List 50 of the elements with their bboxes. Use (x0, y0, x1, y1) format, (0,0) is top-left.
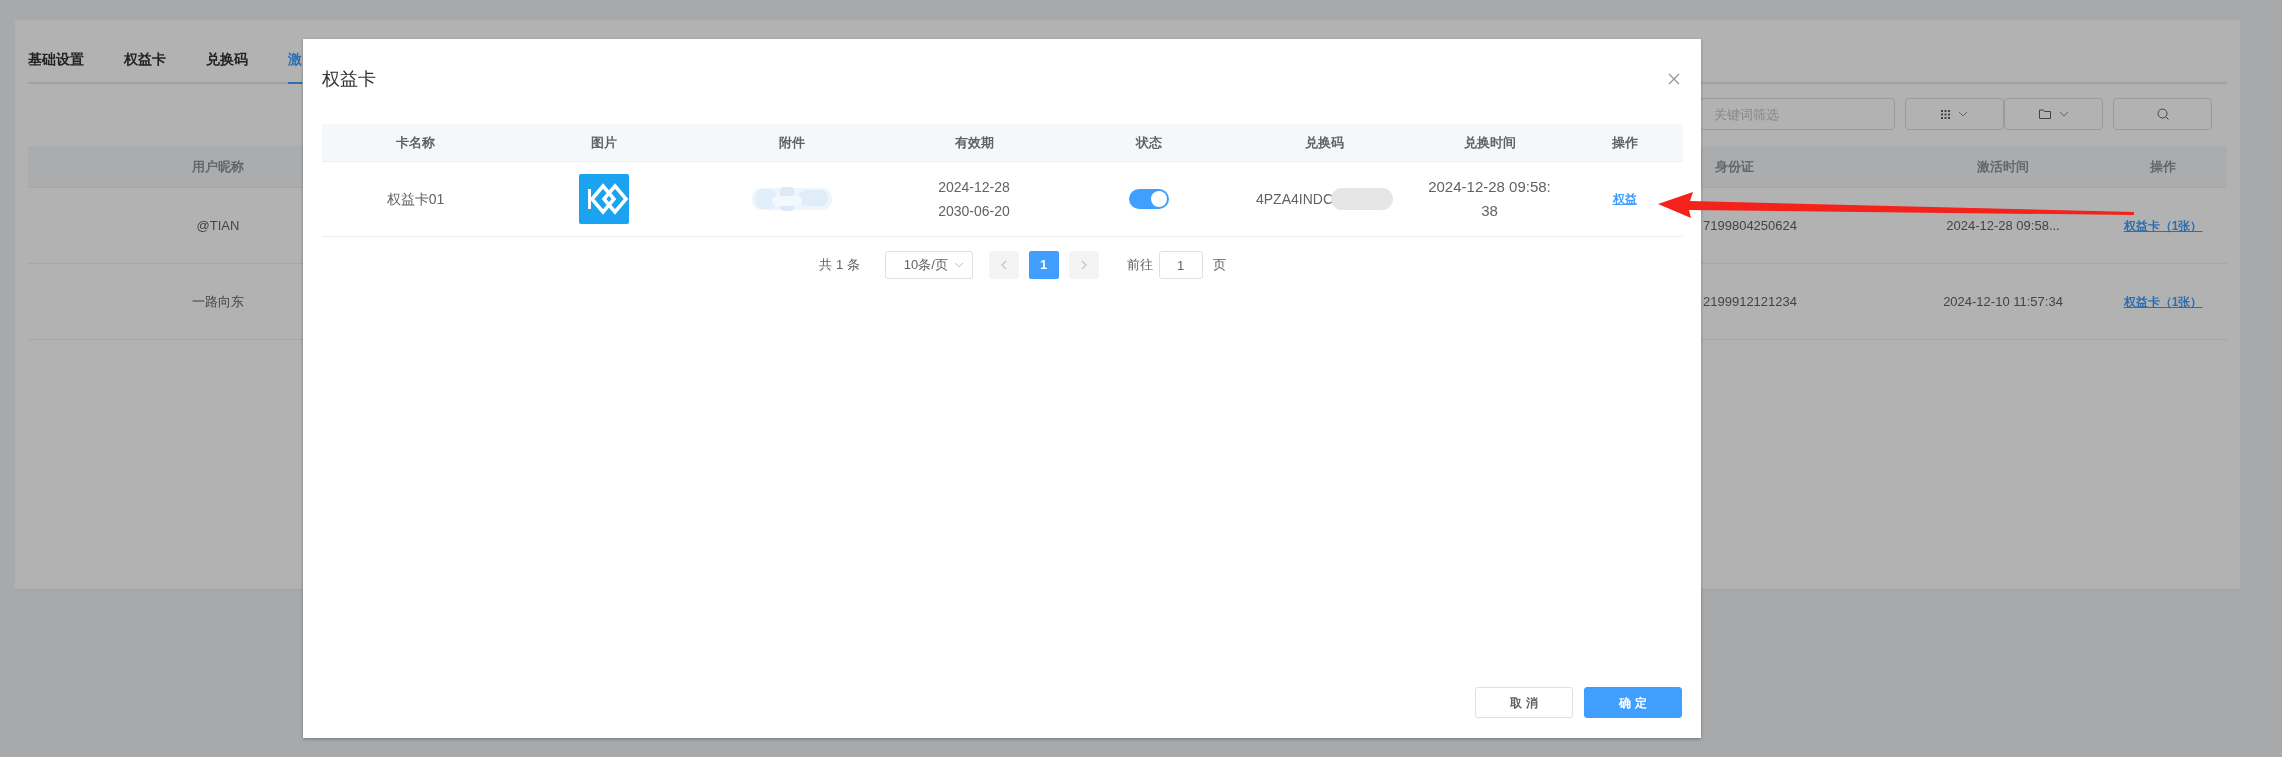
column-header: 状态 (1136, 133, 1162, 152)
column-header: 身份证 (1715, 158, 1754, 174)
chevron-right-icon (1080, 260, 1087, 270)
dialog-title: 权益卡 (322, 67, 376, 91)
table-cell: @TIAN (196, 217, 240, 233)
table-cell: 2024-12-10 11:57:34 (1943, 293, 2063, 309)
page-size-select[interactable]: 10条/页 (884, 251, 973, 279)
search-button[interactable] (2113, 98, 2212, 130)
column-header: 图片 (590, 133, 617, 152)
caret-icon (953, 262, 964, 268)
tab[interactable]: 权益卡 (124, 49, 166, 84)
page-input[interactable]: 1 (1158, 251, 1203, 279)
total-count: 共 1 条 (819, 256, 860, 275)
column-header: 用户昵称 (192, 158, 244, 174)
search-icon (2156, 108, 2169, 120)
tab[interactable]: 基础设置 (28, 49, 84, 84)
next-page-button[interactable] (1068, 251, 1099, 279)
table-cell-text: 2030-06-20 (938, 202, 1010, 221)
table-cell: 一路向东 (192, 293, 244, 309)
table-cell: 7199804250624 (1703, 217, 1797, 233)
cancel-button[interactable]: 取 消 (1475, 687, 1573, 718)
column-header: 附件 (779, 133, 805, 152)
chevron-left-icon (1000, 260, 1007, 270)
folder-dropdown[interactable] (2004, 98, 2103, 130)
table-cell: 2199912121234 (1703, 293, 1797, 309)
caret-icon (2058, 111, 2069, 117)
column-header: 兑换时间 (1463, 133, 1516, 152)
table-cell-text: 2024-12-28 (938, 178, 1010, 197)
previous-page-button[interactable] (988, 251, 1019, 279)
table-cell-text: 权益卡01 (386, 189, 445, 209)
column-header: 操作 (2150, 158, 2176, 174)
close-button[interactable] (1667, 72, 1681, 86)
folder-icon (2038, 109, 2051, 119)
column-header: 激活时间 (1977, 158, 2029, 174)
column-header: 有效期 (954, 133, 994, 152)
logo-icon (578, 174, 629, 224)
table-cell-text: 2024-12-28 09:58:38 (1427, 177, 1552, 221)
column-header: 操作 (1611, 133, 1638, 152)
goto-label: 前往 (1126, 256, 1153, 275)
column-header: 卡名称 (396, 133, 435, 152)
view-dropdown[interactable] (1905, 98, 2004, 130)
grid-icon (1941, 109, 1950, 119)
page-suffix: 页 (1212, 256, 1226, 275)
table-cell: 2024-12-28 09:58... (1946, 217, 2060, 233)
caret-icon (1958, 111, 1968, 117)
redaction-mark (1331, 188, 1393, 210)
tab[interactable]: 兑换码 (206, 49, 248, 84)
column-header: 兑换码 (1305, 133, 1344, 152)
toggle-switch[interactable] (1129, 189, 1169, 209)
table-cell-text: 4PZA4INDC (1256, 189, 1333, 209)
